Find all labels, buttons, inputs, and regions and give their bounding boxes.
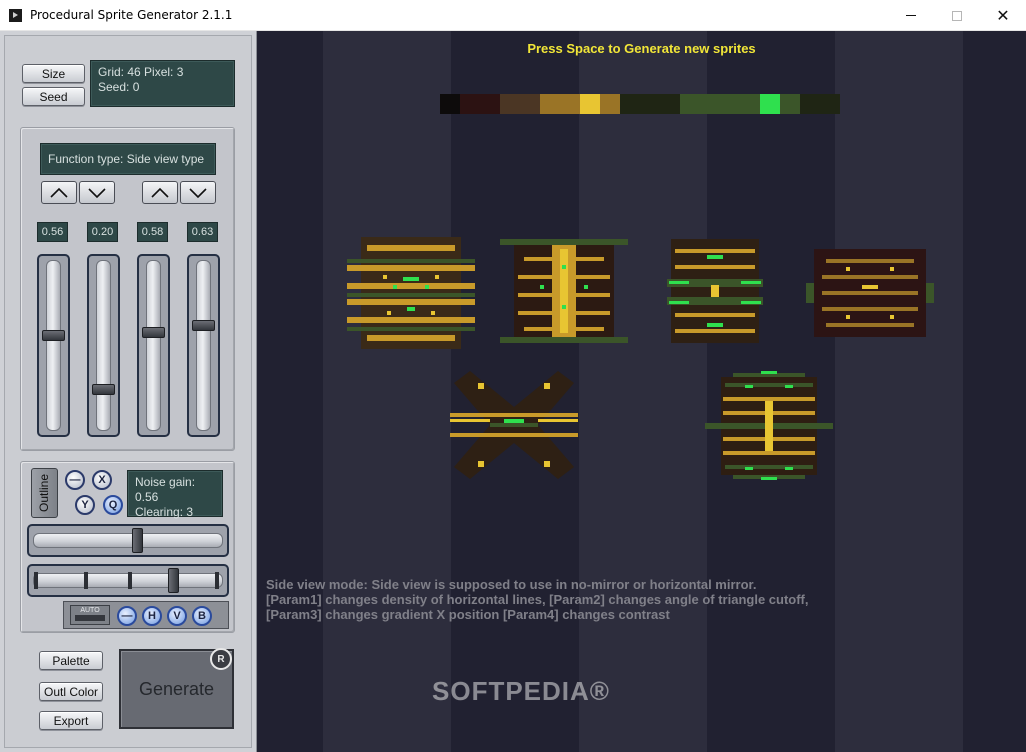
flag-b-button[interactable]: B (192, 606, 212, 626)
maximize-button[interactable] (934, 0, 980, 31)
title-bar: Procedural Sprite Generator 2.1.1 ✕ (0, 0, 1026, 31)
param3-value: 0.58 (137, 222, 168, 242)
flag-v-button[interactable]: V (167, 606, 187, 626)
slider-thumb[interactable] (192, 319, 215, 331)
param4-slider[interactable] (187, 254, 220, 437)
param4-value: 0.63 (187, 222, 218, 242)
minimize-icon (906, 15, 916, 16)
slider-thumb[interactable] (92, 384, 115, 395)
param-down-button-2[interactable] (180, 181, 216, 204)
palette-swatch (580, 94, 600, 114)
watermark: SOFTPEDIA® (432, 676, 610, 706)
palette-strip (440, 94, 840, 114)
param3-slider[interactable] (137, 254, 170, 437)
slider-thumb[interactable] (42, 330, 65, 341)
sprite-canvas[interactable]: Press Space to Generate new sprites Side… (257, 31, 1026, 752)
quad-mirror-button[interactable]: Q (103, 495, 123, 515)
sprite-4[interactable] (806, 245, 934, 341)
mirror-y-button[interactable]: Y (75, 495, 95, 515)
palette-swatch (540, 94, 580, 114)
registered-icon: R (210, 648, 232, 670)
param-up-button-2[interactable] (142, 181, 178, 204)
grid-info: Grid: 46 Pixel: 3 (98, 65, 184, 79)
close-button[interactable]: ✕ (980, 0, 1026, 31)
sprite-5[interactable] (450, 367, 578, 483)
param1-value: 0.56 (37, 222, 68, 242)
sprite-1[interactable] (347, 235, 475, 351)
slider-thumb[interactable] (142, 327, 165, 338)
help-text: Side view mode: Side view is supposed to… (266, 577, 809, 622)
window-title: Procedural Sprite Generator 2.1.1 (30, 8, 233, 22)
help-line-3: [Param3] changes gradient X position [Pa… (266, 607, 670, 622)
maximize-icon (952, 10, 962, 21)
control-panel: Size Seed Grid: 46 Pixel: 3 Seed: 0 Func… (0, 31, 257, 752)
noise-gain-text: Noise gain: 0.56 (135, 475, 196, 504)
export-button[interactable]: Export (39, 711, 103, 730)
clearing-slider[interactable] (27, 564, 229, 597)
sprite-6[interactable] (705, 371, 833, 481)
param1-slider[interactable] (37, 254, 70, 437)
palette-swatch (440, 94, 460, 114)
param2-value: 0.20 (87, 222, 118, 242)
slider-thumb[interactable] (131, 528, 143, 553)
sprite-3[interactable] (667, 235, 763, 347)
flag-minus-button[interactable]: — (117, 606, 137, 626)
seed-info: Seed: 0 (98, 80, 140, 94)
outline-color-button[interactable]: Outl Color (39, 682, 103, 701)
palette-button[interactable]: Palette (39, 651, 103, 670)
noise-display: Noise gain: 0.56 Clearing: 3 (127, 470, 223, 519)
grid-seed-display: Grid: 46 Pixel: 3 Seed: 0 (90, 60, 235, 107)
outline-button[interactable]: Outline (31, 468, 58, 518)
param-up-button[interactable] (41, 181, 77, 204)
mirror-x-button[interactable]: X (92, 470, 112, 490)
palette-swatch (760, 94, 780, 114)
chevron-up-icon (151, 187, 169, 198)
sprite-2[interactable] (500, 235, 628, 347)
app-icon (9, 9, 22, 22)
palette-swatch (600, 94, 620, 114)
help-line-1: Side view mode: Side view is supposed to… (266, 577, 757, 592)
clearing-text: Clearing: 3 (135, 505, 194, 519)
seed-button[interactable]: Seed (22, 87, 85, 106)
palette-swatch (500, 94, 540, 114)
generate-hint: Press Space to Generate new sprites (527, 41, 756, 56)
size-button[interactable]: Size (22, 64, 85, 83)
help-line-2: [Param1] changes density of horizontal l… (266, 592, 809, 607)
palette-swatch (800, 94, 840, 114)
auto-toggle[interactable]: AUTO (70, 605, 110, 625)
param-down-button[interactable] (79, 181, 115, 204)
param2-slider[interactable] (87, 254, 120, 437)
palette-swatch (780, 94, 800, 114)
chevron-down-icon (88, 187, 106, 198)
minimize-button[interactable] (888, 0, 934, 31)
palette-swatch (680, 94, 760, 114)
chevron-down-icon (189, 187, 207, 198)
palette-swatch (460, 94, 500, 114)
noise-minus-button[interactable]: — (65, 470, 85, 490)
slider-thumb[interactable] (168, 568, 179, 593)
palette-swatch (620, 94, 680, 114)
noise-gain-slider[interactable] (27, 524, 229, 557)
flag-h-button[interactable]: H (142, 606, 162, 626)
function-type-display[interactable]: Function type: Side view type (40, 143, 216, 175)
chevron-up-icon (50, 187, 68, 198)
